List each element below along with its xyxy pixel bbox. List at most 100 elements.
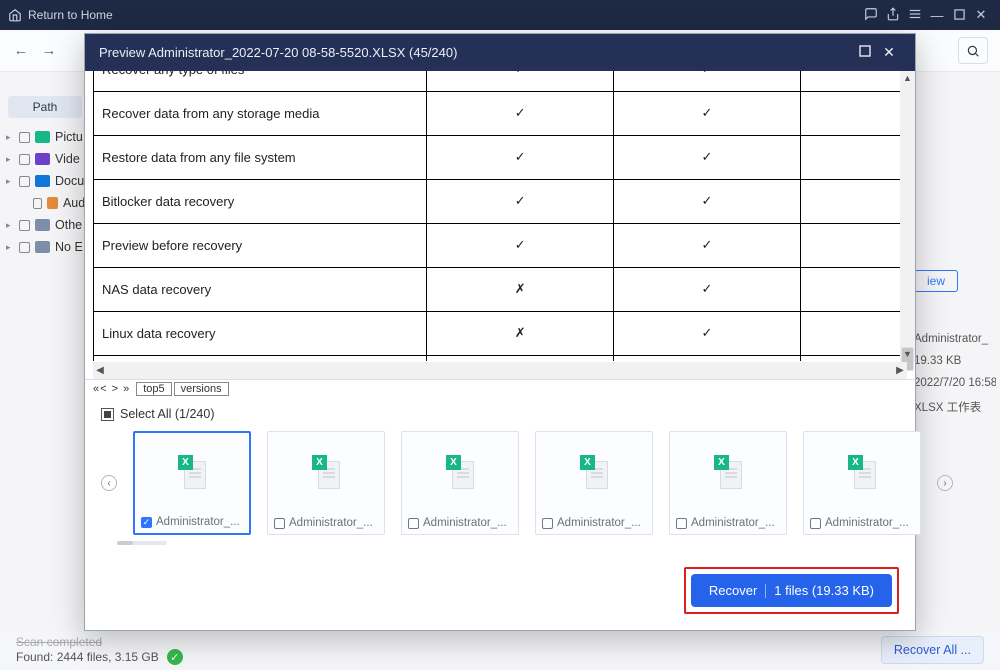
carousel-scroll-indicator[interactable] [117,541,167,547]
value-cell: ✓ [614,179,801,223]
recover-button[interactable]: Recover 1 files (19.33 KB) [691,574,892,607]
search-button[interactable] [958,37,988,64]
maximize-button[interactable] [948,8,970,23]
value-cell [800,91,906,135]
value-cell: ✓ [614,135,801,179]
sidebar-item[interactable]: ▸Vide [0,148,90,170]
return-home-button[interactable]: Return to Home [8,8,113,22]
file-thumbnail[interactable]: XAdministrator_... [267,431,385,535]
path-tab[interactable]: Path [8,96,82,118]
file-icon: X [804,432,920,512]
detail-type: XLSX 工作表 [914,399,996,415]
file-thumbnail[interactable]: XAdministrator_... [803,431,921,535]
value-cell [800,179,906,223]
horizontal-scrollbar[interactable]: ◀ ▶ [93,362,907,379]
recover-all-button[interactable]: Recover All ... [881,636,984,664]
thumbnail-checkbox[interactable] [542,518,553,529]
sheet-tab-top5[interactable]: top5 [136,382,171,396]
feature-cell: Restore data from any file system [94,135,427,179]
status-title: Scan completed [16,635,183,649]
sheet-viewport[interactable]: Recover any type of files✓✓Recover data … [93,71,907,361]
sheet-tabs: «< > » top5 versions [85,380,915,397]
carousel-prev-button[interactable]: ‹ [101,475,117,491]
modal-maximize-button[interactable] [853,44,877,60]
value-cell: ✓ [614,355,801,361]
checkbox-icon[interactable] [19,132,30,143]
checkbox-icon[interactable] [33,198,42,209]
checkbox-icon[interactable] [19,242,30,253]
checkbox-icon[interactable] [19,176,30,187]
thumbnail-checkbox[interactable] [810,518,821,529]
value-cell: ✓ [427,179,614,223]
preview-button-bg[interactable]: iew [914,270,958,292]
sheet-tab-versions[interactable]: versions [174,382,229,396]
file-icon: X [670,432,786,512]
file-thumbnail[interactable]: XAdministrator_... [401,431,519,535]
vertical-scrollbar[interactable]: ▲ ▼ [900,71,915,361]
value-cell [800,355,906,361]
value-cell: ✓ [614,311,801,355]
sidebar-item[interactable]: ▸Docu [0,170,90,192]
carousel-next-button[interactable]: › [937,475,953,491]
sidebar-item-label: Pictu [55,130,83,144]
sidebar-item[interactable]: ▸Pictu [0,126,90,148]
menu-icon[interactable] [904,7,926,24]
back-button[interactable]: ← [12,42,30,59]
value-cell: ✗ [427,355,614,361]
modal-close-button[interactable]: ✕ [877,44,901,61]
feedback-icon[interactable] [860,7,882,24]
divider [765,584,766,598]
sidebar-item[interactable]: ▸Othe [0,214,90,236]
detail-name: Administrator_ [914,333,996,345]
sidebar-item[interactable]: ▸No E [0,236,90,258]
folder-icon [47,197,58,209]
value-cell: ✓ [427,223,614,267]
app-titlebar: Return to Home — ✕ [0,0,1000,30]
recover-button-highlight: Recover 1 files (19.33 KB) [684,567,899,614]
spreadsheet-preview: Recover any type of files✓✓Recover data … [85,71,915,380]
sheet-tab-nav[interactable]: «< > » [93,383,134,395]
checkbox-icon[interactable] [19,220,30,231]
file-details-panel: iew Administrator_ 19.33 KB 2022/7/20 16… [914,270,996,425]
forward-button[interactable]: → [40,42,58,59]
thumbnail-checkbox[interactable] [676,518,687,529]
folder-icon [35,219,50,231]
value-cell [800,267,906,311]
value-cell [800,71,906,92]
modal-footer: Recover 1 files (19.33 KB) [85,553,915,630]
thumbnail-checkbox[interactable] [274,518,285,529]
file-thumbnail[interactable]: XAdministrator_... [535,431,653,535]
thumbnail-label: Administrator_... [289,517,373,529]
modal-titlebar: Preview Administrator_2022-07-20 08-58-5… [85,34,915,71]
thumbnail-strip: Select All (1/240) ‹ X ✓ Administrator_...… [85,397,915,553]
status-bar: Scan completed Found: 2444 files, 3.15 G… [0,630,1000,670]
sidebar-item[interactable]: Audi [0,192,90,214]
share-icon[interactable] [882,7,904,24]
feature-cell: Provide remote consultation and assistan… [94,355,427,361]
thumbnail-checkbox[interactable] [408,518,419,529]
search-icon [966,44,980,58]
sidebar-item-label: No E [55,240,83,254]
table-row: Preview before recovery✓✓ [94,223,907,267]
value-cell: ✓ [427,91,614,135]
sheet-table: Recover any type of files✓✓Recover data … [93,71,907,361]
checkbox-icon[interactable] [19,154,30,165]
table-row: Recover any type of files✓✓ [94,71,907,92]
home-icon [8,8,22,22]
close-button[interactable]: ✕ [970,7,992,23]
select-all-label: Select All (1/240) [120,407,215,421]
minimize-button[interactable]: — [926,8,948,23]
sidebar-item-label: Othe [55,218,82,232]
thumbnail-checkbox[interactable]: ✓ [141,517,152,528]
thumbnail-label: Administrator_... [156,516,240,528]
value-cell: ✓ [427,135,614,179]
select-all-checkbox[interactable]: Select All (1/240) [101,407,899,421]
thumbnail-label: Administrator_... [557,517,641,529]
value-cell [800,223,906,267]
feature-cell: NAS data recovery [94,267,427,311]
file-thumbnail[interactable]: XAdministrator_... [669,431,787,535]
folder-icon [35,153,50,165]
value-cell: ✓ [614,91,801,135]
file-thumbnail[interactable]: X✓Administrator_... [133,431,251,535]
select-all-box-icon [101,408,114,421]
